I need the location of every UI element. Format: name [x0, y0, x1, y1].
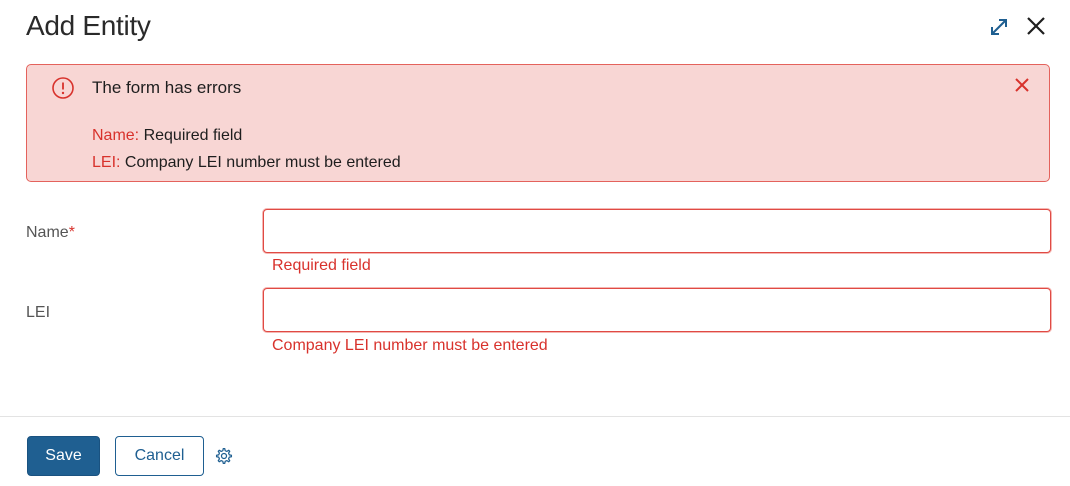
- close-icon: [1015, 78, 1029, 92]
- form-error-banner: The form has errors Name: Required field…: [26, 64, 1050, 182]
- error-banner-title: The form has errors: [92, 78, 242, 97]
- lei-field-label: LEI: [26, 304, 50, 322]
- error-field-name: LEI:: [92, 154, 121, 171]
- lei-input[interactable]: [263, 288, 1051, 332]
- error-list: Name: Required field LEI: Company LEI nu…: [92, 122, 401, 176]
- error-message: Required field: [143, 127, 243, 144]
- settings-button[interactable]: [213, 445, 235, 467]
- dialog-title: Add Entity: [26, 10, 151, 41]
- error-banner-close-button[interactable]: [1011, 74, 1033, 96]
- dialog-close-button[interactable]: [1022, 12, 1050, 40]
- name-input[interactable]: [263, 209, 1051, 253]
- close-icon: [1027, 17, 1045, 35]
- alert-circle-icon: [52, 77, 74, 99]
- footer-divider: [0, 416, 1070, 417]
- cancel-button[interactable]: Cancel: [115, 436, 204, 476]
- save-button[interactable]: Save: [27, 436, 100, 476]
- error-list-item: LEI: Company LEI number must be entered: [92, 149, 401, 176]
- error-list-item: Name: Required field: [92, 122, 401, 149]
- lei-label-text: LEI: [26, 304, 51, 321]
- required-marker: *: [68, 224, 75, 241]
- error-field-name: Name:: [92, 127, 140, 144]
- error-message: Company LEI number must be entered: [124, 154, 401, 171]
- expand-arrows-icon: [991, 19, 1007, 35]
- expand-button[interactable]: [986, 14, 1012, 40]
- lei-field-error: Company LEI number must be entered: [272, 337, 548, 354]
- gear-icon: [215, 447, 233, 465]
- name-field-error: Required field: [272, 257, 371, 274]
- name-label-text: Name: [26, 224, 69, 241]
- name-field-label: Name*: [26, 224, 75, 242]
